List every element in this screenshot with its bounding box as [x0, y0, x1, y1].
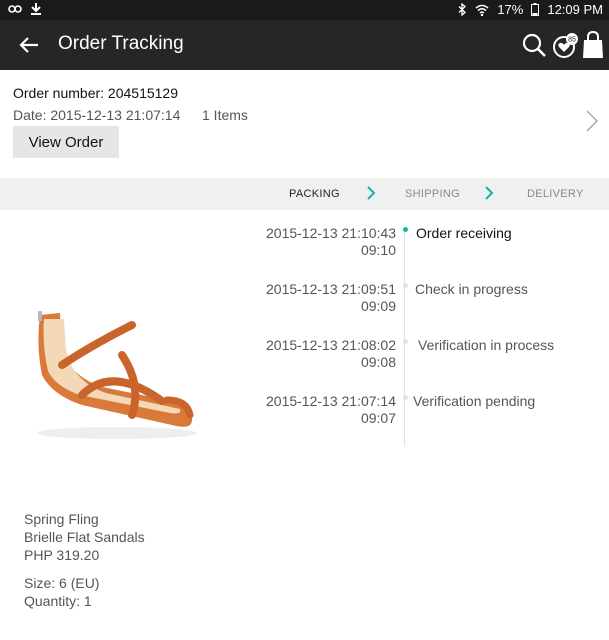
- clock: 12:09 PM: [547, 2, 603, 17]
- bluetooth-icon: [458, 3, 467, 16]
- timeline-date: 2015-12-13 21:07:14 09:07: [266, 393, 396, 427]
- timeline-time: 09:10: [360, 242, 396, 258]
- app-bar: Order Tracking 85: [0, 20, 609, 70]
- download-icon: [31, 3, 41, 15]
- view-order-button[interactable]: View Order: [13, 126, 119, 158]
- product-name: Brielle Flat Sandals: [24, 529, 145, 545]
- timeline-status: Verification in process: [418, 337, 555, 353]
- step-packing: PACKING: [289, 188, 340, 200]
- product-image: [37, 311, 197, 439]
- status-bar: 17% 12:09 PM: [0, 0, 609, 20]
- timeline-status: Check in progress: [415, 281, 528, 297]
- timeline-status: Order receiving: [416, 225, 512, 241]
- timeline-time: 09:07: [360, 410, 396, 426]
- product-price: PHP 319.20: [24, 547, 100, 563]
- timeline-dot: [403, 339, 408, 344]
- shopping-bag-icon[interactable]: [582, 31, 604, 59]
- step-shipping: SHIPPING: [405, 188, 460, 200]
- search-icon[interactable]: [522, 33, 547, 58]
- back-arrow-icon[interactable]: [18, 34, 40, 56]
- notification-icon: [8, 4, 22, 13]
- chevron-right-icon[interactable]: [585, 110, 599, 132]
- wishlist-badge: 85: [568, 37, 576, 44]
- timeline-dot: [403, 283, 408, 288]
- timeline-status: Verification pending: [413, 393, 536, 409]
- timeline-date: 2015-12-13 21:08:02 09:08: [266, 337, 396, 371]
- page-title: Order Tracking: [58, 33, 184, 54]
- step-chevron-icon: [367, 186, 376, 200]
- timeline-date: 2015-12-13 21:10:43 09:10: [266, 225, 396, 259]
- order-number: Order number: 204515129: [13, 85, 178, 101]
- order-item-count: 1 Items: [202, 107, 248, 123]
- battery-icon: [531, 3, 540, 16]
- product-brand: Spring Fling: [24, 511, 99, 527]
- product-size: Size: 6 (EU): [24, 575, 100, 591]
- step-delivery: DELIVERY: [527, 188, 584, 200]
- timeline-datetime: 2015-12-13 21:10:43: [266, 225, 396, 241]
- timeline-dot: [403, 395, 408, 400]
- product-quantity: Quantity: 1: [24, 593, 92, 609]
- timeline-time: 09:08: [360, 354, 396, 370]
- order-date: Date: 2015-12-13 21:07:14: [13, 107, 181, 123]
- wifi-icon: [475, 4, 489, 16]
- timeline-datetime: 2015-12-13 21:08:02: [266, 337, 396, 353]
- step-chevron-icon: [485, 186, 494, 200]
- timeline-dot: [403, 227, 408, 232]
- timeline-datetime: 2015-12-13 21:09:51: [266, 281, 396, 297]
- timeline-datetime: 2015-12-13 21:07:14: [266, 393, 396, 409]
- order-summary[interactable]: Order number: 204515129 Date: 2015-12-13…: [0, 70, 609, 178]
- wishlist-icon[interactable]: 85: [552, 32, 579, 59]
- timeline-time: 09:09: [360, 298, 396, 314]
- product-details: Spring Fling Brielle Flat Sandals PHP 31…: [24, 510, 145, 610]
- shipment-progress-steps: PACKING SHIPPING DELIVERY: [0, 178, 609, 210]
- timeline-date: 2015-12-13 21:09:51 09:09: [266, 281, 396, 315]
- battery-percent: 17%: [497, 2, 524, 17]
- timeline-line: [404, 228, 405, 446]
